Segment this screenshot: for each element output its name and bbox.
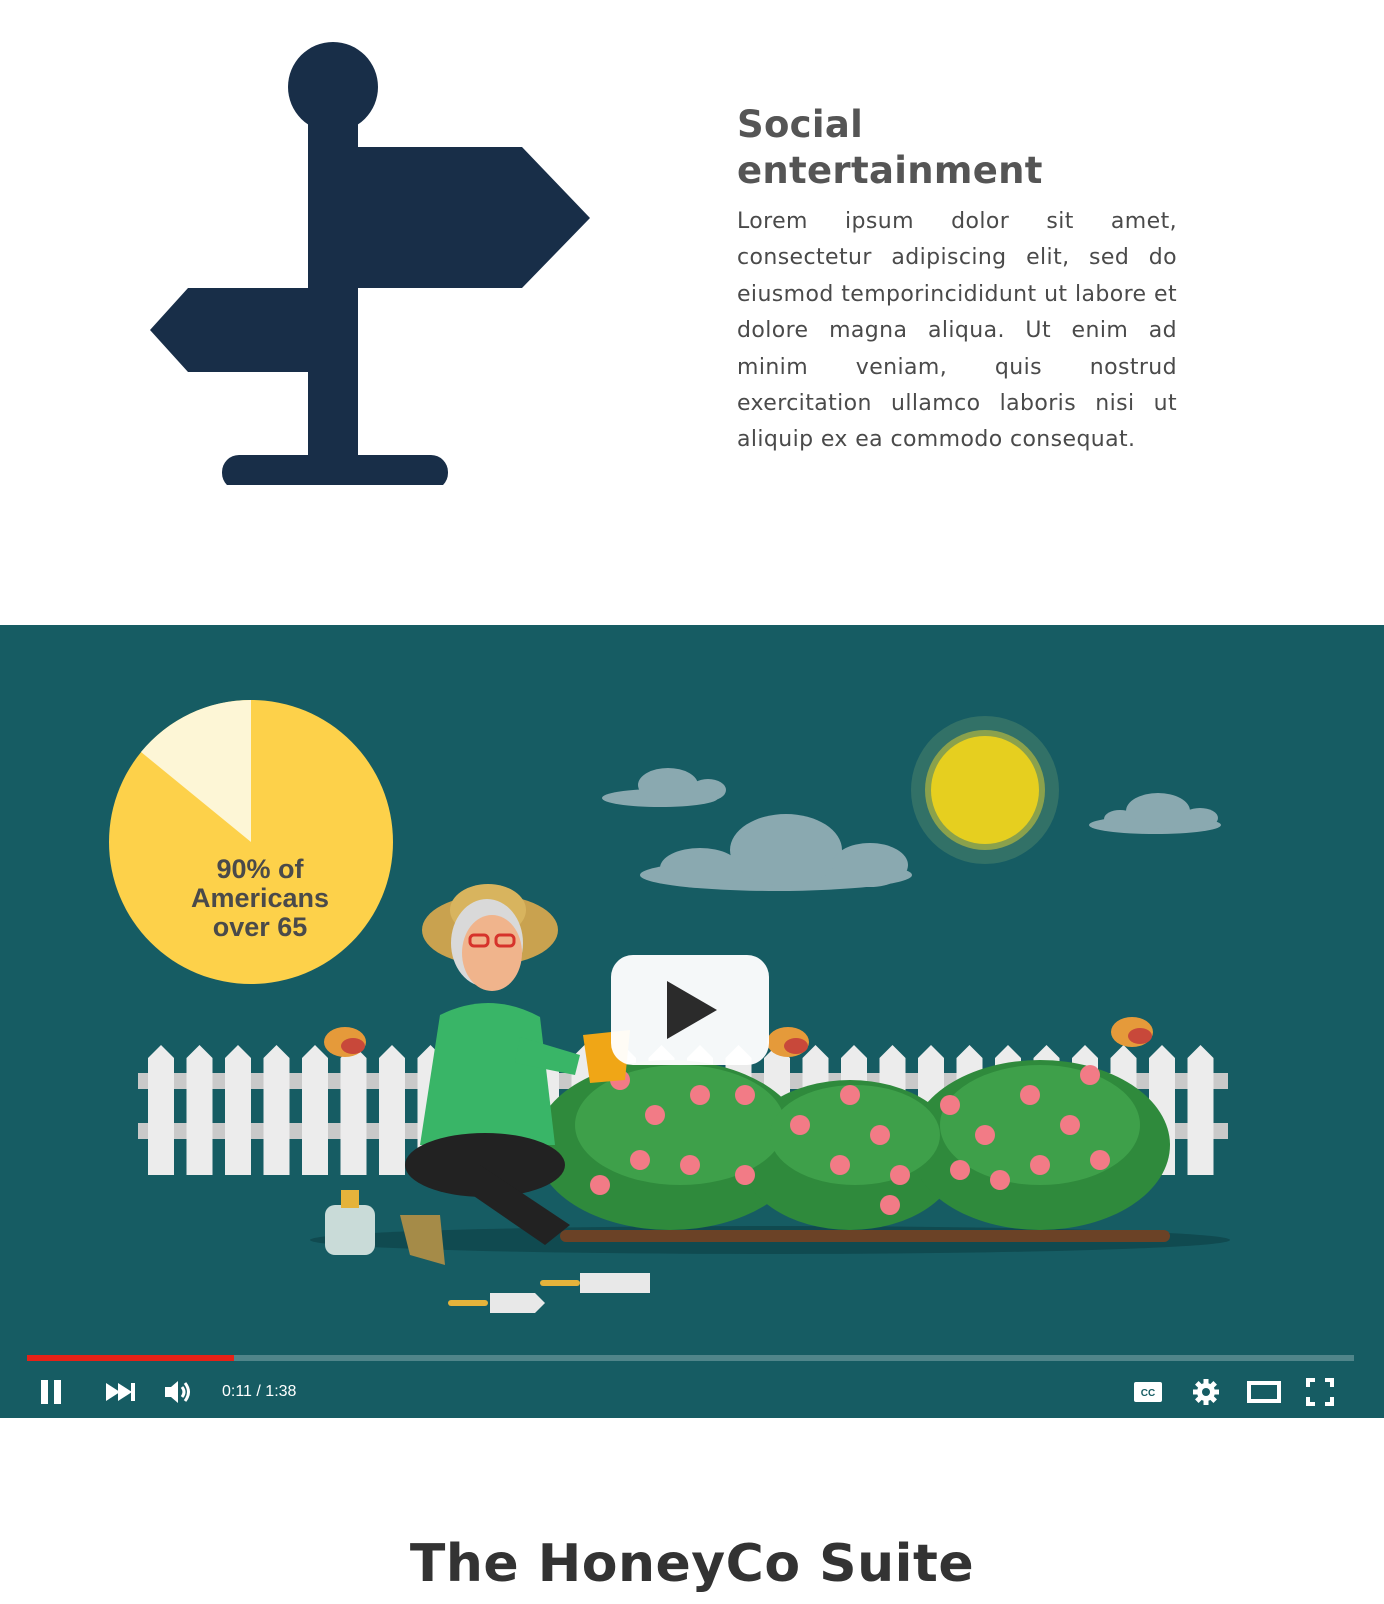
next-button[interactable] bbox=[102, 1370, 138, 1414]
time-display: 0:11 / 1:38 bbox=[222, 1383, 297, 1400]
feature-text: Social entertainment Lorem ipsum dolor s… bbox=[737, 102, 1177, 459]
rose-flower bbox=[880, 1195, 900, 1215]
feature-title: Social entertainment bbox=[737, 103, 1043, 192]
rose-flower bbox=[690, 1085, 710, 1105]
rose-flower bbox=[830, 1155, 850, 1175]
rose-flower bbox=[890, 1165, 910, 1185]
pause-icon bbox=[41, 1380, 61, 1404]
pie-chart-label: 90% of Americans over 65 bbox=[150, 855, 370, 942]
settings-button[interactable] bbox=[1188, 1370, 1224, 1414]
pause-button[interactable] bbox=[33, 1370, 69, 1414]
rose-flower bbox=[1060, 1115, 1080, 1135]
rose-flower bbox=[950, 1160, 970, 1180]
rose-flower bbox=[590, 1175, 610, 1195]
suite-title: The HoneyCo Suite bbox=[409, 1534, 975, 1594]
fullscreen-button[interactable] bbox=[1302, 1370, 1338, 1414]
feature-description: Lorem ipsum dolor sit amet, consectetur … bbox=[737, 209, 1177, 453]
rose-flower bbox=[940, 1095, 960, 1115]
video-player[interactable]: 90% of Americans over 65 0:11 / 1:38 CC bbox=[0, 625, 1384, 1418]
rose-flower bbox=[735, 1165, 755, 1185]
volume-icon bbox=[165, 1381, 190, 1403]
settings-icon bbox=[1193, 1379, 1219, 1405]
pie-label-line-2: Americans bbox=[190, 883, 330, 913]
rose-flower bbox=[975, 1125, 995, 1145]
rose-flower bbox=[680, 1155, 700, 1175]
rose-flower bbox=[840, 1085, 860, 1105]
fence-picket bbox=[340, 1045, 367, 1175]
rose-flower bbox=[735, 1085, 755, 1105]
rose-flower bbox=[1090, 1150, 1110, 1170]
svg-text:CC: CC bbox=[1141, 1388, 1155, 1399]
progress-played bbox=[27, 1355, 234, 1361]
captions-button[interactable]: CC bbox=[1130, 1370, 1166, 1414]
fence-picket bbox=[148, 1045, 174, 1175]
rose-flower bbox=[630, 1150, 650, 1170]
rose-flower bbox=[790, 1115, 810, 1135]
fence-picket bbox=[302, 1045, 328, 1175]
play-button[interactable] bbox=[611, 955, 769, 1065]
player-controls: 0:11 / 1:38 CC bbox=[0, 1370, 1384, 1414]
fence-picket bbox=[1187, 1045, 1214, 1175]
play-icon bbox=[667, 981, 717, 1039]
rose-flower bbox=[1030, 1155, 1050, 1175]
rose-flower bbox=[990, 1170, 1010, 1190]
next-icon bbox=[106, 1383, 135, 1401]
volume-button[interactable] bbox=[160, 1370, 196, 1414]
progress-bar[interactable] bbox=[27, 1355, 1354, 1361]
rose-flower bbox=[1020, 1085, 1040, 1105]
theater-icon bbox=[1247, 1381, 1281, 1403]
fence-picket bbox=[186, 1045, 213, 1175]
pie-label-line-3: over 65 bbox=[212, 912, 308, 942]
rose-flower bbox=[1080, 1065, 1100, 1085]
fullscreen-icon bbox=[1306, 1378, 1334, 1406]
signpost-icon bbox=[150, 40, 590, 490]
fence-picket bbox=[379, 1045, 405, 1175]
fence-picket bbox=[225, 1045, 251, 1175]
pie-label-line-1: 90% of bbox=[216, 854, 304, 884]
theater-mode-button[interactable] bbox=[1244, 1370, 1284, 1414]
fence-picket bbox=[263, 1045, 290, 1175]
rose-flower bbox=[645, 1105, 665, 1125]
rose-flower bbox=[870, 1125, 890, 1145]
cc-icon: CC bbox=[1134, 1382, 1162, 1402]
